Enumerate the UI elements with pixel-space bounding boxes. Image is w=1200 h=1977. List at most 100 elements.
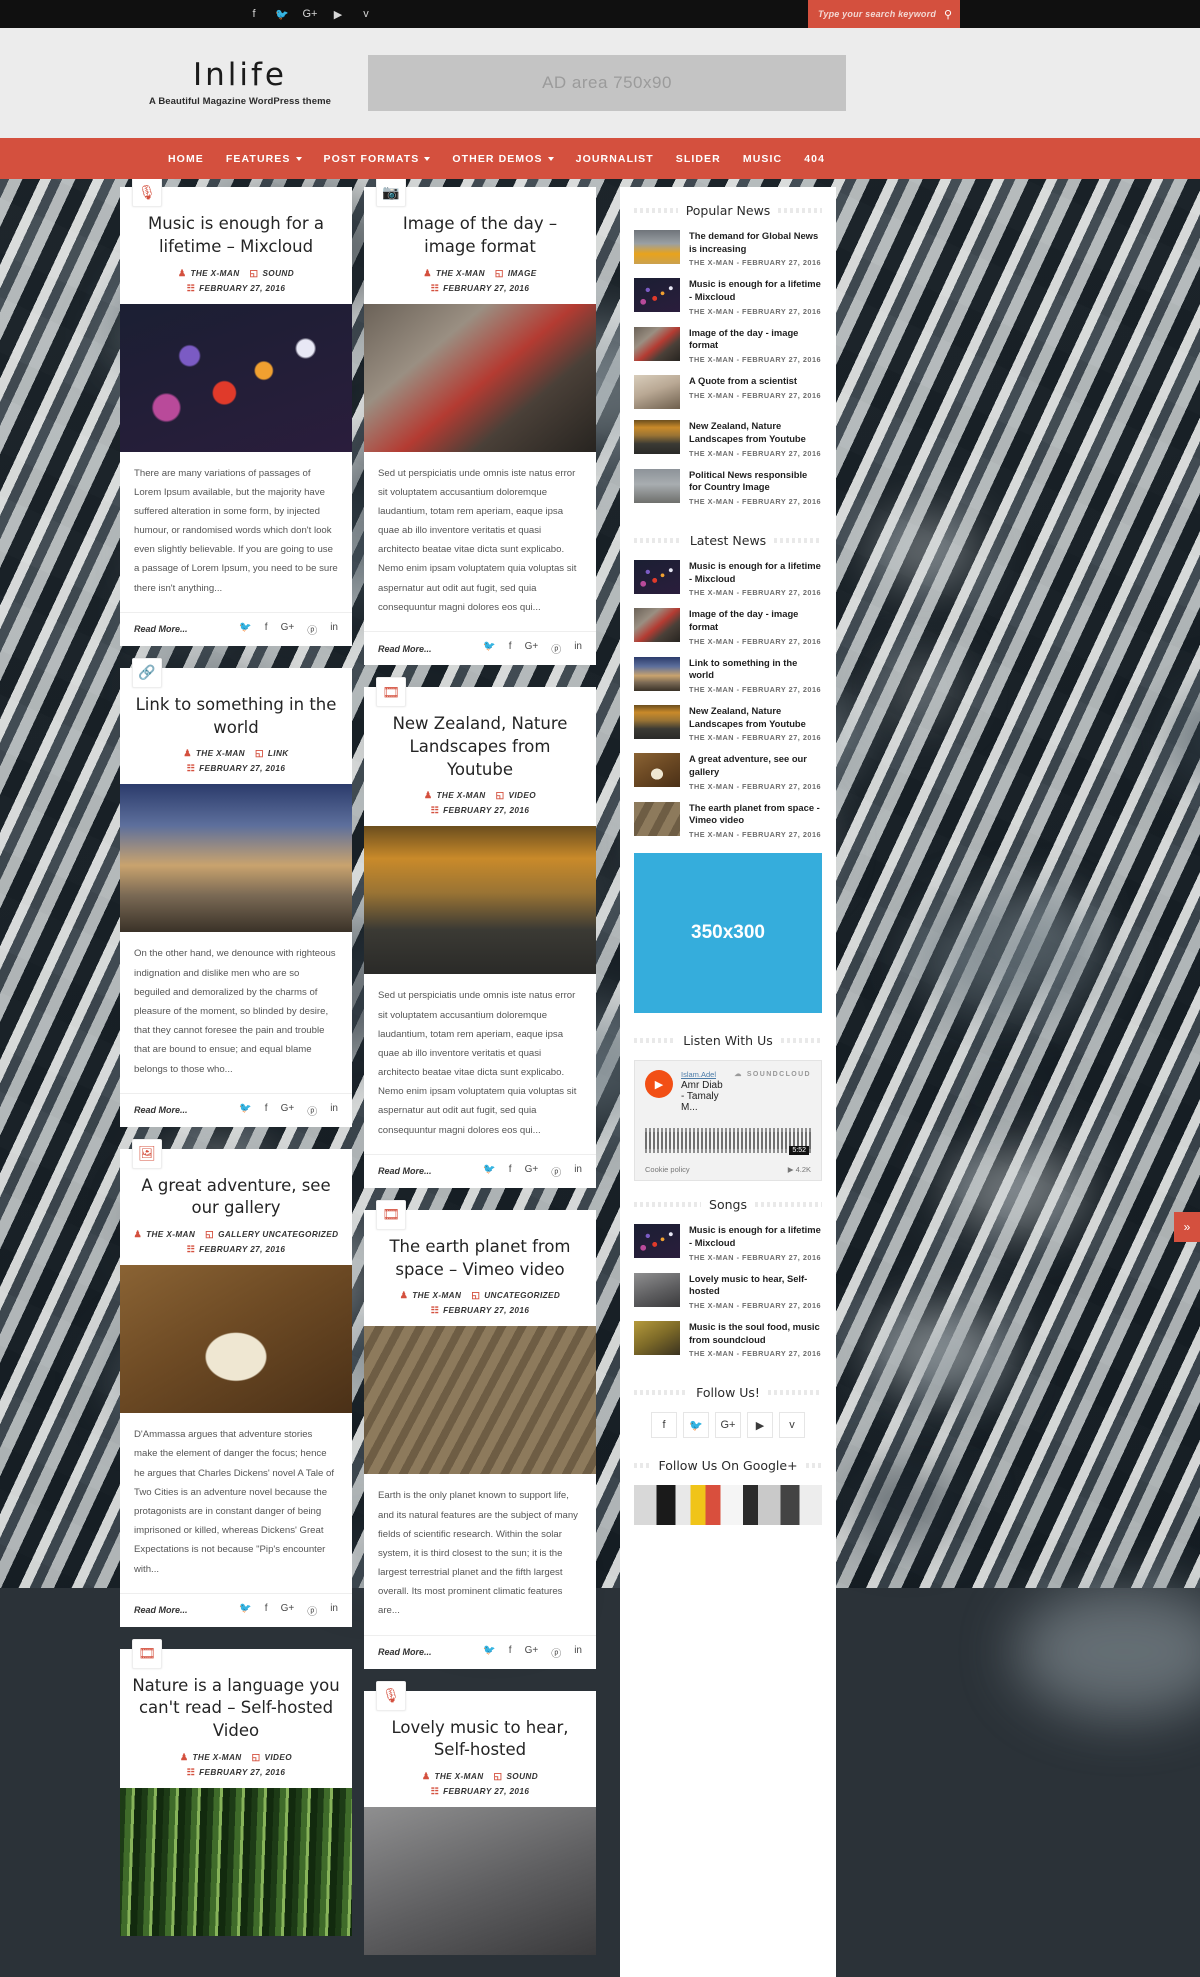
twitter-icon[interactable]: 🐦 bbox=[239, 1603, 251, 1618]
nav-link-features[interactable]: FEATURES bbox=[226, 153, 302, 165]
linkedin-icon[interactable]: in bbox=[330, 1603, 338, 1618]
post-category[interactable]: ◱IMAGE bbox=[495, 268, 537, 279]
cookie-policy-link[interactable]: Cookie policy bbox=[645, 1165, 690, 1174]
sidebar-item-title[interactable]: Image of the day - image format bbox=[689, 327, 822, 352]
sidebar-news-item[interactable]: Lovely music to hear, Self-hostedTHE X-M… bbox=[634, 1273, 822, 1310]
sidebar-item-thumbnail[interactable] bbox=[634, 657, 680, 691]
post-category[interactable]: ◱SOUND bbox=[250, 268, 294, 279]
sidebar-item-thumbnail[interactable] bbox=[634, 420, 680, 454]
linkedin-icon[interactable]: in bbox=[330, 622, 338, 637]
sidebar-news-item[interactable]: Music is enough for a lifetime - Mixclou… bbox=[634, 1224, 822, 1261]
twitter-icon[interactable]: 🐦 bbox=[268, 0, 296, 28]
read-more-link[interactable]: Read More... bbox=[378, 1647, 432, 1657]
pinterest-icon[interactable]: ⓟ bbox=[551, 1645, 561, 1660]
search-icon[interactable]: ⚲ bbox=[944, 8, 952, 21]
post-date[interactable]: ☷FEBRUARY 27, 2016 bbox=[187, 1767, 286, 1778]
sidebar-item-thumbnail[interactable] bbox=[634, 753, 680, 787]
soundcloud-user[interactable]: Islam.Adel bbox=[681, 1070, 726, 1079]
post-thumbnail[interactable] bbox=[120, 1265, 352, 1413]
gplus-photo-strip[interactable] bbox=[634, 1485, 822, 1525]
google-plus-icon[interactable]: G+ bbox=[525, 1645, 539, 1660]
pinterest-icon[interactable]: ⓟ bbox=[551, 641, 561, 656]
post-date[interactable]: ☷FEBRUARY 27, 2016 bbox=[431, 283, 530, 294]
nav-link-404[interactable]: 404 bbox=[804, 153, 825, 165]
read-more-link[interactable]: Read More... bbox=[378, 644, 432, 654]
post-category[interactable]: ◱LINK bbox=[255, 748, 289, 759]
sidebar-news-item[interactable]: The earth planet from space - Vimeo vide… bbox=[634, 802, 822, 839]
sidebar-item-thumbnail[interactable] bbox=[634, 1224, 680, 1258]
facebook-icon[interactable]: f bbox=[265, 622, 268, 637]
post-date[interactable]: ☷FEBRUARY 27, 2016 bbox=[187, 763, 286, 774]
post-title[interactable]: Music is enough for a lifetime – Mixclou… bbox=[132, 213, 340, 259]
nav-item[interactable]: MUSIC bbox=[743, 153, 782, 165]
read-more-link[interactable]: Read More... bbox=[134, 1105, 188, 1115]
sidebar-item-thumbnail[interactable] bbox=[634, 375, 680, 409]
nav-link-music[interactable]: MUSIC bbox=[743, 153, 782, 165]
post-author[interactable]: ♟THE X-MAN bbox=[180, 1752, 242, 1763]
sidebar-news-item[interactable]: A great adventure, see our galleryTHE X-… bbox=[634, 753, 822, 790]
sidebar-news-item[interactable]: A Quote from a scientistTHE X-MAN - FEBR… bbox=[634, 375, 822, 409]
sidebar-ad[interactable]: 350x300 bbox=[634, 853, 822, 1013]
twitter-icon[interactable]: 🐦 bbox=[239, 622, 251, 637]
search-input[interactable] bbox=[818, 9, 940, 19]
google-plus-icon[interactable]: G+ bbox=[281, 1103, 295, 1118]
google-plus-icon[interactable]: G+ bbox=[525, 641, 539, 656]
post-author[interactable]: ♟THE X-MAN bbox=[178, 268, 240, 279]
nav-item[interactable]: FEATURES bbox=[226, 153, 302, 165]
sidebar-item-title[interactable]: Music is enough for a lifetime - Mixclou… bbox=[689, 1224, 822, 1249]
post-category[interactable]: ◱VIDEO bbox=[252, 1752, 292, 1763]
linkedin-icon[interactable]: in bbox=[330, 1103, 338, 1118]
nav-link-post-formats[interactable]: POST FORMATS bbox=[324, 153, 431, 165]
sidebar-item-title[interactable]: A great adventure, see our gallery bbox=[689, 753, 822, 778]
search-box[interactable]: ⚲ bbox=[808, 0, 960, 28]
sidebar-item-title[interactable]: Music is enough for a lifetime - Mixclou… bbox=[689, 560, 822, 585]
sidebar-item-thumbnail[interactable] bbox=[634, 469, 680, 503]
post-category[interactable]: ◱GALLERY UNCATEGORIZED bbox=[205, 1229, 338, 1240]
sidebar-news-item[interactable]: Link to something in the worldTHE X-MAN … bbox=[634, 657, 822, 694]
sidebar-item-title[interactable]: Music is enough for a lifetime - Mixclou… bbox=[689, 278, 822, 303]
post-date[interactable]: ☷FEBRUARY 27, 2016 bbox=[431, 1786, 530, 1797]
pinterest-icon[interactable]: ⓟ bbox=[307, 1103, 317, 1118]
post-title[interactable]: Link to something in the world bbox=[132, 694, 340, 740]
sidebar-item-title[interactable]: Image of the day - image format bbox=[689, 608, 822, 633]
facebook-icon[interactable]: f bbox=[651, 1412, 677, 1438]
sidebar-item-thumbnail[interactable] bbox=[634, 802, 680, 836]
post-thumbnail[interactable] bbox=[364, 1807, 596, 1955]
post-thumbnail[interactable] bbox=[120, 304, 352, 452]
post-title[interactable]: The earth planet from space – Vimeo vide… bbox=[376, 1236, 584, 1282]
vimeo-icon[interactable]: v bbox=[779, 1412, 805, 1438]
post-author[interactable]: ♟THE X-MAN bbox=[134, 1229, 196, 1240]
site-brand[interactable]: Inlife A Beautiful Magazine WordPress th… bbox=[120, 59, 360, 107]
sidebar-news-item[interactable]: The demand for Global News is increasing… bbox=[634, 230, 822, 267]
sidebar-item-title[interactable]: Political News responsible for Country I… bbox=[689, 469, 822, 494]
read-more-link[interactable]: Read More... bbox=[134, 1605, 188, 1615]
twitter-icon[interactable]: 🐦 bbox=[483, 1164, 495, 1179]
twitter-icon[interactable]: 🐦 bbox=[683, 1412, 709, 1438]
facebook-icon[interactable]: f bbox=[240, 0, 268, 28]
sidebar-item-thumbnail[interactable] bbox=[634, 608, 680, 642]
post-title[interactable]: New Zealand, Nature Landscapes from Yout… bbox=[376, 713, 584, 781]
linkedin-icon[interactable]: in bbox=[574, 1645, 582, 1660]
post-thumbnail[interactable] bbox=[120, 1788, 352, 1936]
post-thumbnail[interactable] bbox=[364, 304, 596, 452]
sidebar-item-thumbnail[interactable] bbox=[634, 1273, 680, 1307]
facebook-icon[interactable]: f bbox=[509, 641, 512, 656]
sidebar-news-item[interactable]: Image of the day - image formatTHE X-MAN… bbox=[634, 608, 822, 645]
sidebar-item-thumbnail[interactable] bbox=[634, 1321, 680, 1355]
google-plus-icon[interactable]: G+ bbox=[715, 1412, 741, 1438]
google-plus-icon[interactable]: G+ bbox=[296, 0, 324, 28]
post-thumbnail[interactable] bbox=[120, 784, 352, 932]
sidebar-news-item[interactable]: Political News responsible for Country I… bbox=[634, 469, 822, 506]
nav-item[interactable]: HOME bbox=[168, 153, 204, 165]
sidebar-news-item[interactable]: Music is the soul food, music from sound… bbox=[634, 1321, 822, 1358]
sidebar-news-item[interactable]: New Zealand, Nature Landscapes from Yout… bbox=[634, 420, 822, 457]
sidebar-item-title[interactable]: The demand for Global News is increasing bbox=[689, 230, 822, 255]
sidebar-item-title[interactable]: A Quote from a scientist bbox=[689, 375, 822, 388]
post-date[interactable]: ☷FEBRUARY 27, 2016 bbox=[187, 1244, 286, 1255]
pinterest-icon[interactable]: ⓟ bbox=[307, 622, 317, 637]
post-category[interactable]: ◱UNCATEGORIZED bbox=[471, 1290, 560, 1301]
post-date[interactable]: ☷FEBRUARY 27, 2016 bbox=[431, 805, 530, 816]
youtube-icon[interactable]: ▶ bbox=[324, 0, 352, 28]
sidebar-item-title[interactable]: The earth planet from space - Vimeo vide… bbox=[689, 802, 822, 827]
nav-link-home[interactable]: HOME bbox=[168, 153, 204, 165]
